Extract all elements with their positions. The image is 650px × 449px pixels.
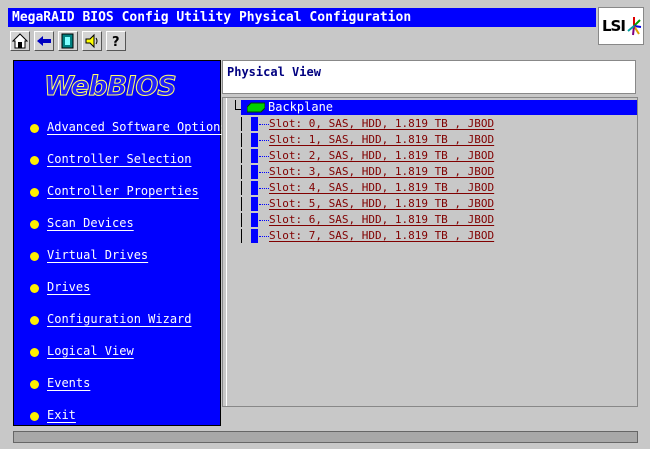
bullet-icon	[30, 188, 39, 197]
drive-icon	[251, 229, 258, 243]
tree-row-slot-2[interactable]: Slot: 2, SAS, HDD, 1.819 TB , JBOD	[269, 149, 494, 163]
window-title: MegaRAID BIOS Config Utility Physical Co…	[8, 8, 596, 27]
tree-line	[241, 181, 242, 195]
sidebar-item-configuration-wizard[interactable]: Configuration Wizard	[30, 312, 220, 330]
bullet-icon	[30, 124, 39, 133]
sidebar-item-scan-devices[interactable]: Scan Devices	[30, 216, 220, 234]
bullet-icon	[30, 156, 39, 165]
help-button[interactable]: ?	[106, 31, 126, 51]
lsi-burst-icon	[627, 17, 642, 36]
sidebar-item-label[interactable]: Configuration Wizard	[47, 312, 192, 326]
lsi-logo-text: LSI	[602, 17, 626, 35]
tree-line	[241, 165, 242, 179]
tree-connector	[259, 140, 269, 142]
sidebar-item-label[interactable]: Virtual Drives	[47, 248, 148, 262]
lsi-logo: LSI	[598, 7, 644, 45]
backplane-icon	[247, 102, 265, 113]
bullet-icon	[30, 284, 39, 293]
tree-connector	[259, 204, 269, 206]
svg-text:?: ?	[112, 35, 120, 49]
back-button[interactable]	[34, 31, 54, 51]
view-header: Physical View	[222, 60, 636, 94]
sidebar-item-controller-selection[interactable]: Controller Selection	[30, 152, 220, 170]
backplane-label: Backplane	[268, 100, 334, 114]
exit-button[interactable]	[58, 31, 78, 51]
home-icon	[12, 33, 28, 49]
bullet-icon	[30, 412, 39, 421]
tree-row-slot-4[interactable]: Slot: 4, SAS, HDD, 1.819 TB , JBOD	[269, 181, 494, 195]
webbios-logo: WebBIOS	[44, 71, 178, 103]
tree-connector	[259, 124, 269, 126]
sidebar-item-label[interactable]: Drives	[47, 280, 90, 294]
tree-row-slot-7[interactable]: Slot: 7, SAS, HDD, 1.819 TB , JBOD	[269, 229, 494, 243]
drive-icon	[251, 213, 258, 227]
tree-row-slot-6[interactable]: Slot: 6, SAS, HDD, 1.819 TB , JBOD	[269, 213, 494, 227]
help-icon: ?	[112, 35, 120, 49]
tree-line	[241, 149, 242, 163]
tree-connector	[259, 236, 269, 238]
tree-line	[241, 197, 242, 211]
bullet-icon	[30, 380, 39, 389]
tree-content: Backplane Slot: 0, SAS, HDD, 1.819 TB , …	[226, 98, 637, 406]
tree-row-slot-1[interactable]: Slot: 1, SAS, HDD, 1.819 TB , JBOD	[269, 133, 494, 147]
bullet-icon	[30, 220, 39, 229]
drive-icon	[251, 117, 258, 131]
sidebar-item-controller-properties[interactable]: Controller Properties	[30, 184, 220, 202]
tree-row-slot-5[interactable]: Slot: 5, SAS, HDD, 1.819 TB , JBOD	[269, 197, 494, 211]
tree-row-backplane[interactable]: Backplane	[241, 100, 637, 115]
drive-icon	[251, 149, 258, 163]
bullet-icon	[30, 316, 39, 325]
sidebar-item-advanced-software-options[interactable]: Advanced Software Options	[30, 120, 228, 138]
sidebar-item-label[interactable]: Advanced Software Options	[47, 120, 228, 134]
sidebar-item-label[interactable]: Scan Devices	[47, 216, 134, 230]
speaker-icon	[85, 33, 98, 49]
sidebar-item-label[interactable]: Exit	[47, 408, 76, 422]
tree-row-slot-0[interactable]: Slot: 0, SAS, HDD, 1.819 TB , JBOD	[269, 117, 494, 131]
status-bar	[13, 431, 638, 443]
drive-icon	[251, 165, 258, 179]
sidebar-item-label[interactable]: Events	[47, 376, 90, 390]
tree-line	[241, 213, 242, 227]
sidebar-item-label[interactable]: Controller Selection	[47, 152, 192, 166]
tree-line	[241, 229, 242, 243]
tree-row-slot-3[interactable]: Slot: 3, SAS, HDD, 1.819 TB , JBOD	[269, 165, 494, 179]
sidebar-item-label[interactable]: Logical View	[47, 344, 134, 358]
sidebar-item-events[interactable]: Events	[30, 376, 220, 394]
tree-connector	[259, 172, 269, 174]
tree-connector	[259, 156, 269, 158]
sidebar-item-exit[interactable]: Exit	[30, 408, 220, 426]
sidebar-item-label[interactable]: Controller Properties	[47, 184, 199, 198]
sidebar: WebBIOS Advanced Software Options Control…	[13, 60, 228, 426]
drive-icon	[251, 197, 258, 211]
sound-button[interactable]	[82, 31, 102, 51]
physical-tree: Backplane Slot: 0, SAS, HDD, 1.819 TB , …	[222, 97, 638, 407]
sidebar-item-logical-view[interactable]: Logical View	[30, 344, 220, 362]
drive-icon	[251, 181, 258, 195]
bullet-icon	[30, 252, 39, 261]
home-button[interactable]	[10, 31, 30, 51]
back-arrow-icon	[37, 36, 51, 46]
sidebar-item-virtual-drives[interactable]: Virtual Drives	[30, 248, 220, 266]
tree-line	[241, 117, 242, 131]
drive-icon	[251, 133, 258, 147]
sidebar-item-drives[interactable]: Drives	[30, 280, 220, 298]
tree-line	[241, 133, 242, 147]
tree-connector	[259, 220, 269, 222]
bullet-icon	[30, 348, 39, 357]
page-title: Physical View	[227, 65, 321, 79]
exit-icon	[61, 33, 74, 49]
tree-connector	[259, 188, 269, 190]
